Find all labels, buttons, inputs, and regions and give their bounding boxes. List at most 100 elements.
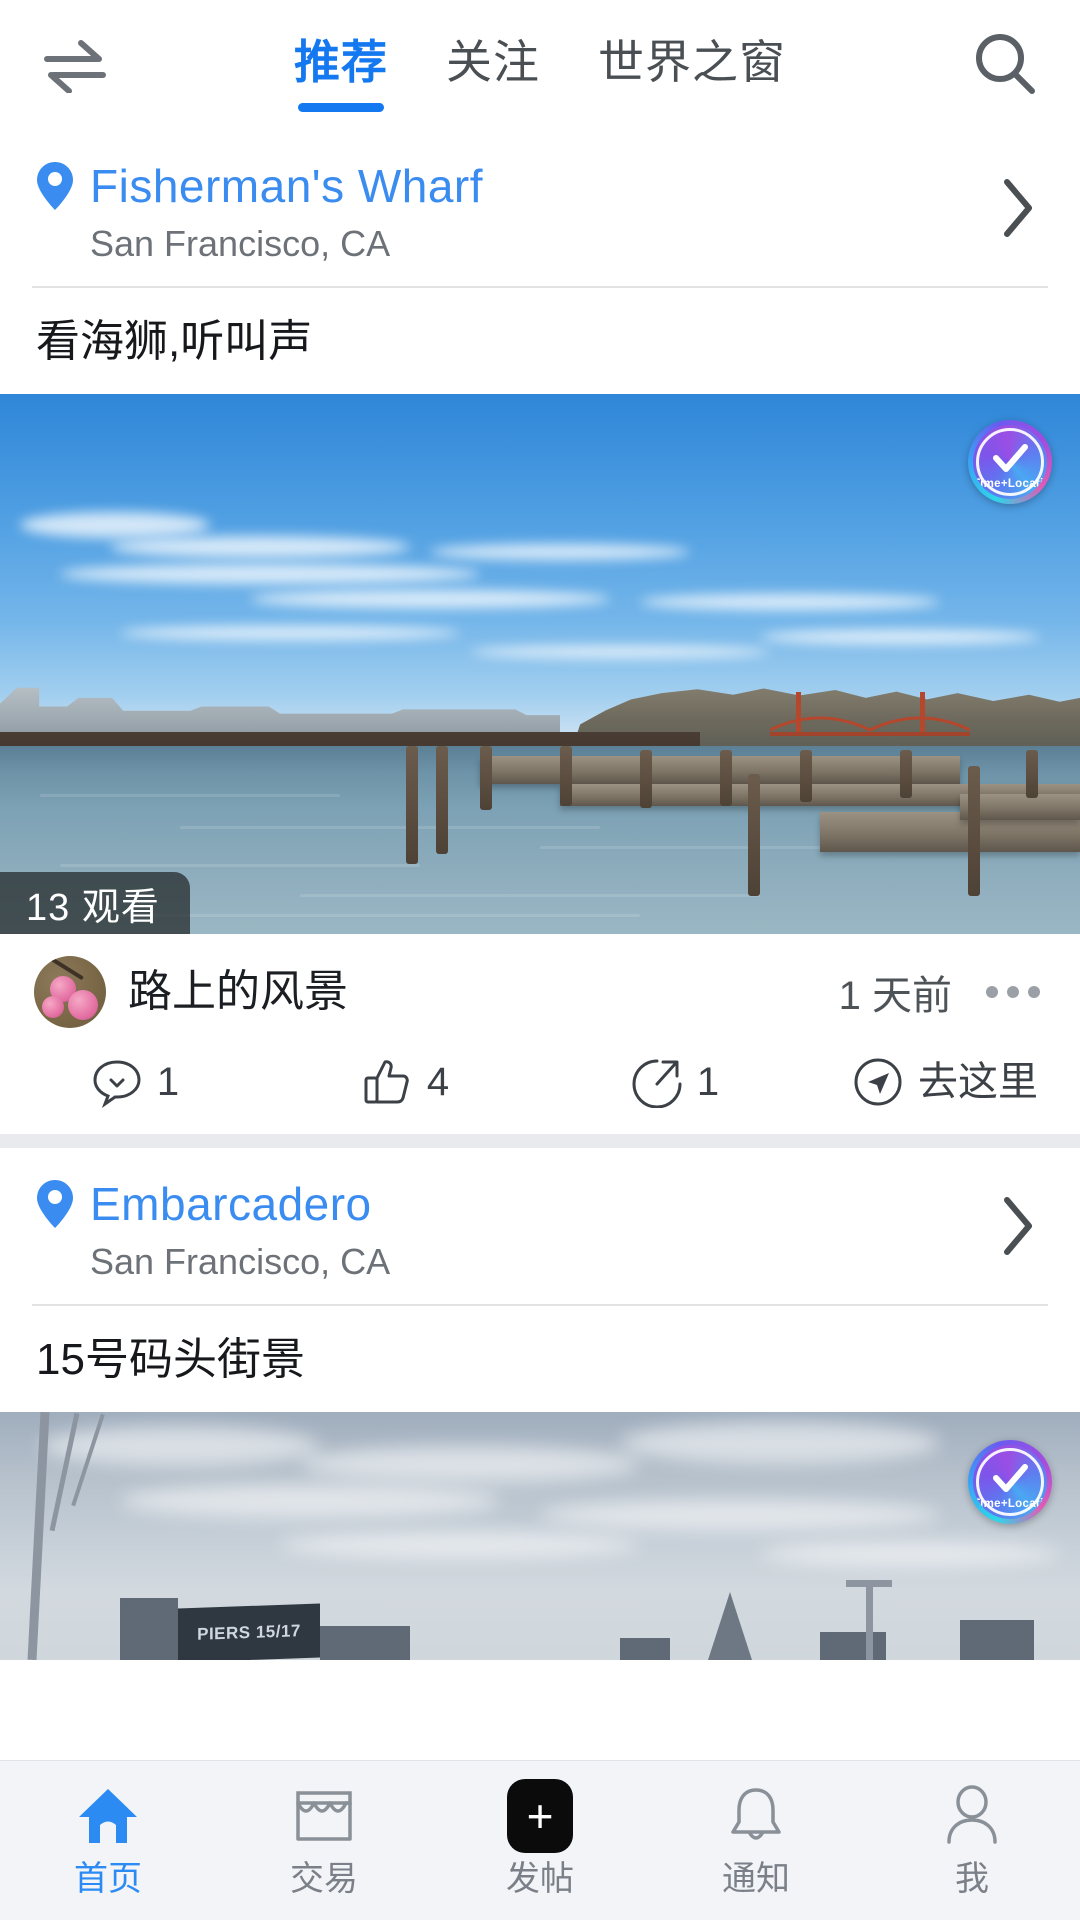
badge-label: Time+Location (973, 478, 1047, 490)
street-lamp-arm (846, 1580, 892, 1587)
swap-button[interactable] (0, 37, 150, 93)
post-icon-wrap: + (503, 1774, 577, 1857)
search-button[interactable] (930, 28, 1080, 102)
nav-label-home: 首页 (74, 1859, 142, 1898)
cloud (540, 1500, 940, 1530)
chevron-right-icon[interactable] (1002, 1195, 1036, 1257)
create-post-button[interactable]: + (503, 1774, 577, 1857)
building (820, 1632, 886, 1660)
cloud (110, 536, 410, 558)
post-1-location-sub: San Francisco, CA (90, 223, 391, 264)
piling (406, 746, 418, 864)
feed-post-2: Embarcadero San Francisco, CA 15号码头街景 PI… (0, 1148, 1080, 1660)
bell-icon (731, 1787, 781, 1840)
nav-item-notifications[interactable]: 通知 (648, 1783, 864, 1899)
location-line: Fisherman's Wharf (34, 158, 1046, 214)
water-ripple (180, 826, 600, 829)
tab-following[interactable]: 关注 (442, 34, 544, 90)
cloud (40, 1426, 320, 1466)
post-1-action-bar: 1 4 1 去这里 (0, 1040, 1080, 1134)
badge-inner: Time+Location (973, 1445, 1047, 1519)
share-button[interactable]: 1 (540, 1056, 810, 1108)
home-icon-wrap (75, 1783, 141, 1849)
post-1-more-button[interactable] (980, 978, 1046, 1006)
piling (968, 766, 980, 896)
post-2-media[interactable]: PIERS 15/17 Time+Location (0, 1412, 1080, 1660)
water-ripple (300, 894, 760, 897)
tab-world-window-label: 世界之窗 (598, 36, 786, 88)
post-2-location-sub: San Francisco, CA (90, 1241, 391, 1282)
cloud (430, 544, 690, 560)
home-icon (79, 1788, 137, 1843)
post-1-view-count: 13 观看 (0, 872, 190, 934)
cloud (250, 590, 610, 608)
piers-sign: PIERS 15/17 (178, 1603, 320, 1660)
person-icon-wrap (943, 1783, 1001, 1849)
top-bar: 推荐 关注 世界之窗 (0, 0, 1080, 130)
cloud (760, 630, 1040, 644)
piling (900, 750, 912, 798)
cloud (760, 1542, 1060, 1566)
time-location-badge: Time+Location (968, 1440, 1052, 1524)
post-2-location-header[interactable]: Embarcadero San Francisco, CA (0, 1148, 1080, 1304)
comment-button[interactable]: 1 (0, 1056, 270, 1108)
piling (748, 774, 760, 896)
piling (720, 750, 732, 806)
bell-icon-wrap (727, 1783, 785, 1849)
search-icon (976, 34, 1035, 94)
piling (436, 746, 448, 854)
more-dot (1007, 986, 1019, 998)
store-icon-wrap (292, 1783, 356, 1849)
cloud (470, 646, 770, 658)
post-1-location-header[interactable]: Fisherman's Wharf San Francisco, CA (0, 130, 1080, 286)
piling (480, 746, 492, 810)
cloud (60, 564, 480, 584)
post-2-caption: 15号码头街景 (36, 1335, 305, 1384)
tab-world-window[interactable]: 世界之窗 (594, 34, 790, 90)
building (960, 1620, 1034, 1660)
post-1-media[interactable]: Time+Location 13 观看 (0, 394, 1080, 934)
cloud (120, 1484, 500, 1518)
feed-tabs: 推荐 关注 世界之窗 (150, 0, 930, 130)
map-pin-icon (37, 1180, 73, 1228)
like-button[interactable]: 4 (270, 1056, 540, 1108)
nav-item-store[interactable]: 交易 (216, 1783, 432, 1899)
blossom (68, 990, 98, 1020)
time-location-badge: Time+Location (968, 420, 1052, 504)
chevron-right-icon[interactable] (1002, 177, 1036, 239)
tab-recommend[interactable]: 推荐 (290, 34, 392, 112)
post-1-location-name: Fisherman's Wharf (90, 160, 484, 212)
active-tab-indicator (298, 103, 384, 112)
navigate-icon (854, 1058, 902, 1106)
more-dot (1028, 986, 1040, 998)
post-1-meta: 1 天前 (839, 963, 1046, 1021)
water-ripple (40, 794, 340, 797)
nav-label-post: 发帖 (506, 1859, 574, 1898)
nav-item-home[interactable]: 首页 (0, 1783, 216, 1899)
cloud (620, 1422, 940, 1464)
nav-item-profile[interactable]: 我 (864, 1783, 1080, 1899)
post-separator (0, 1134, 1080, 1148)
transamerica-pyramid (708, 1592, 752, 1660)
navigate-button[interactable]: 去这里 (810, 1056, 1080, 1108)
avatar[interactable] (34, 956, 106, 1028)
building (320, 1626, 410, 1660)
bottom-navigation: 首页 交易 + 发帖 通知 我 (0, 1760, 1080, 1920)
piling (560, 746, 572, 806)
comment-count: 1 (156, 1060, 180, 1104)
golden-gate-bridge-icon (770, 692, 970, 736)
feed-post-1: Fisherman's Wharf San Francisco, CA 看海狮,… (0, 130, 1080, 1134)
more-dot (986, 986, 998, 998)
app-screen: 推荐 关注 世界之窗 Fisherman's Wharf San Francis… (0, 0, 1080, 1920)
nav-item-post[interactable]: + 发帖 (432, 1774, 648, 1899)
map-pin-icon (37, 162, 73, 210)
share-count: 1 (696, 1060, 720, 1104)
thumbs-up-icon (364, 1060, 409, 1104)
comment-icon (93, 1060, 141, 1108)
share-icon (632, 1059, 682, 1108)
cloud (120, 626, 460, 640)
post-1-timestamp: 1 天前 (838, 974, 952, 1018)
post-1-user-name[interactable]: 路上的风景 (128, 964, 348, 1020)
building (120, 1598, 178, 1660)
store-icon (296, 1790, 352, 1841)
